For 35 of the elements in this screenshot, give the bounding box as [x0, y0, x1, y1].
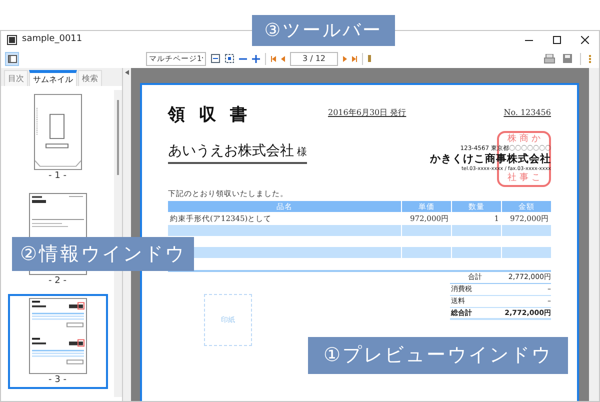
fit-page-icon[interactable] — [225, 54, 234, 63]
app-logo-icon — [7, 35, 17, 45]
save-icon[interactable] — [563, 54, 572, 63]
maximize-icon — [553, 36, 561, 44]
page-number-label: - 1 - — [48, 172, 66, 181]
print-icon[interactable] — [544, 54, 555, 64]
previous-page-icon[interactable] — [281, 56, 285, 62]
annotation-callout: ②情報ウインドウ — [12, 237, 194, 271]
seal-text: 社 事 こ — [508, 174, 540, 182]
annotation-callout: ③ツールバー — [252, 15, 395, 46]
honorific: 様 — [297, 146, 307, 160]
document-title: 領 収 書 — [168, 104, 252, 127]
next-page-icon[interactable] — [343, 56, 347, 62]
sidebar-tab[interactable]: 目次 — [4, 70, 28, 86]
zoom-in-icon[interactable] — [252, 54, 260, 62]
collapse-arrow-icon[interactable] — [125, 70, 129, 75]
seal-text: 株 商 か — [508, 134, 540, 144]
fit-width-icon[interactable] — [211, 54, 220, 63]
sidebar-tab[interactable]: 検索 — [78, 70, 102, 86]
receipt-number: No. 123456 — [504, 107, 551, 119]
page-number-label: - 3 - — [48, 376, 66, 385]
first-page-icon[interactable] — [271, 56, 276, 62]
page-number-label: - 2 - — [48, 277, 66, 286]
sidebar-toggle-button[interactable] — [5, 52, 19, 66]
selected-thumbnail-frame[interactable]: - 3 - — [8, 294, 108, 389]
issue-date: 2016年6月30日 発行 — [328, 107, 406, 119]
annotation-callout: ①プレビューウインドウ — [308, 337, 568, 374]
close-icon — [581, 36, 589, 44]
scrollbar-thumb[interactable] — [117, 100, 119, 175]
panel-icon — [8, 54, 16, 62]
last-page-icon[interactable] — [352, 56, 357, 62]
sidebar-tab[interactable]: サムネイル — [29, 70, 77, 86]
window-title: sample_0011 — [22, 33, 82, 46]
customer-name: あいうえお株式会社 — [168, 142, 294, 160]
page-number-field[interactable]: 3 / 12 — [290, 52, 338, 66]
